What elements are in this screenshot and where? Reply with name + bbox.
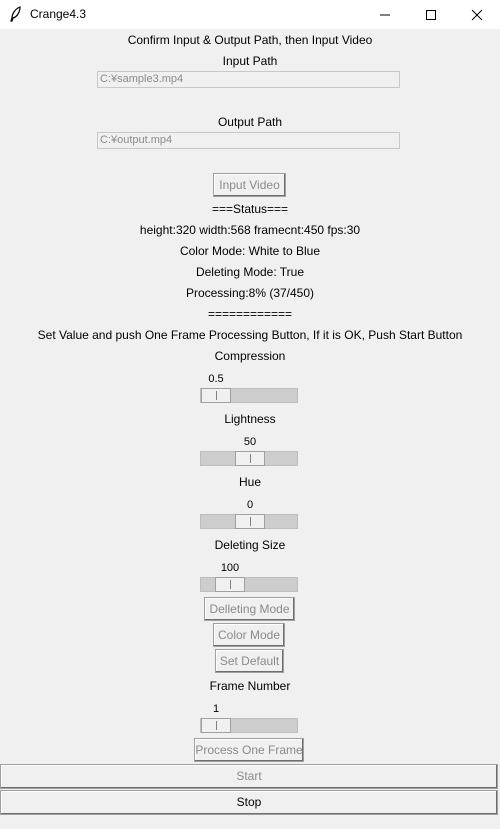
title-bar: Crange4.3 [0,0,500,29]
compression-label: Compression [214,349,286,363]
set-default-button[interactable]: Set Default [215,649,284,673]
value-instruction-text: Set Value and push One Frame Processing … [37,328,463,342]
hue-label: Hue [238,475,261,489]
color-mode-status: Color Mode: White to Blue [179,244,321,258]
frame-number-slider-thumb[interactable] [201,718,231,733]
compression-value: 0.5 [208,373,224,385]
minimize-icon [380,14,390,15]
close-icon [471,9,483,20]
window-title: Crange4.3 [30,7,87,21]
compression-slider-thumb[interactable] [201,388,231,403]
input-video-button[interactable]: Input Video [213,173,286,197]
hue-slider-thumb[interactable] [235,514,265,529]
maximize-icon [426,9,436,20]
start-button[interactable]: Start [0,764,498,789]
minimize-button[interactable] [362,0,408,29]
delleting-mode-button[interactable]: Delleting Mode [204,597,295,621]
deleting-mode-status: Deleting Mode: True [195,265,305,279]
lightness-slider[interactable] [200,451,298,466]
feather-icon [10,6,21,22]
video-info-text: height:320 width:568 framecnt:450 fps:30 [139,223,361,237]
output-path-label: Output Path [217,115,283,129]
processing-status: Processing:8% (37/450) [185,286,315,300]
color-mode-button[interactable]: Color Mode [213,623,285,647]
input-path-field[interactable]: C:¥sample3.mp4 [97,71,400,88]
deleting-size-label: Deleting Size [214,538,286,552]
lightness-label: Lightness [224,412,276,426]
frame-number-slider[interactable] [200,718,298,733]
lightness-value: 50 [243,436,257,448]
compression-slider[interactable] [200,388,298,403]
close-button[interactable] [454,0,500,29]
output-path-field[interactable]: C:¥output.mp4 [97,132,400,149]
frame-number-label: Frame Number [209,679,291,693]
stop-button[interactable]: Stop [0,790,498,815]
lightness-slider-thumb[interactable] [235,451,265,466]
deleting-size-value: 100 [220,562,240,574]
process-one-frame-button[interactable]: Process One Frame [194,738,304,762]
status-header: ===Status=== [211,202,289,216]
instruction-text: Confirm Input & Output Path, then Input … [127,33,373,47]
frame-number-value: 1 [212,703,220,715]
hue-slider[interactable] [200,514,298,529]
hue-value: 0 [246,499,254,511]
status-footer: ============ [207,307,293,321]
maximize-button[interactable] [408,0,454,29]
deleting-size-slider-thumb[interactable] [215,577,245,592]
input-path-label: Input Path [222,54,278,68]
deleting-size-slider[interactable] [200,577,298,592]
